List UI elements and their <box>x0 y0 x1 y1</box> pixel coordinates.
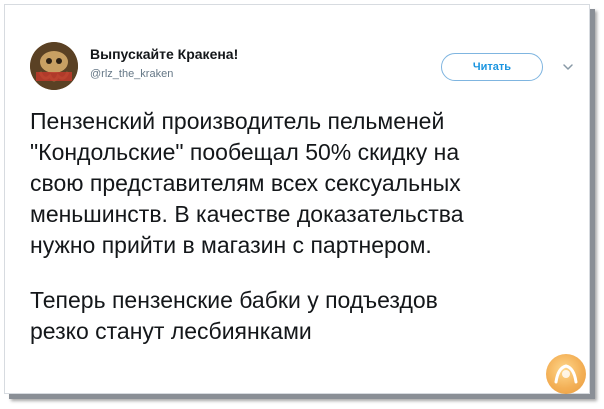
chevron-down-icon[interactable] <box>561 60 575 74</box>
follow-button[interactable]: Читать <box>441 53 543 81</box>
site-watermark-logo-icon <box>546 354 586 394</box>
avatar[interactable] <box>30 42 78 90</box>
tweet-paragraph: Теперь пензенские бабки у подъездов резк… <box>30 287 438 344</box>
tweet-paragraph: Пензенский производитель пельменей "Конд… <box>30 108 464 258</box>
tweet-text: Пензенский производитель пельменей "Конд… <box>30 106 575 347</box>
kraken-avatar-icon <box>30 42 78 90</box>
author-handle[interactable]: @rlz_the_kraken <box>90 68 173 80</box>
author-display-name[interactable]: Выпускайте Кракена! <box>90 46 238 62</box>
